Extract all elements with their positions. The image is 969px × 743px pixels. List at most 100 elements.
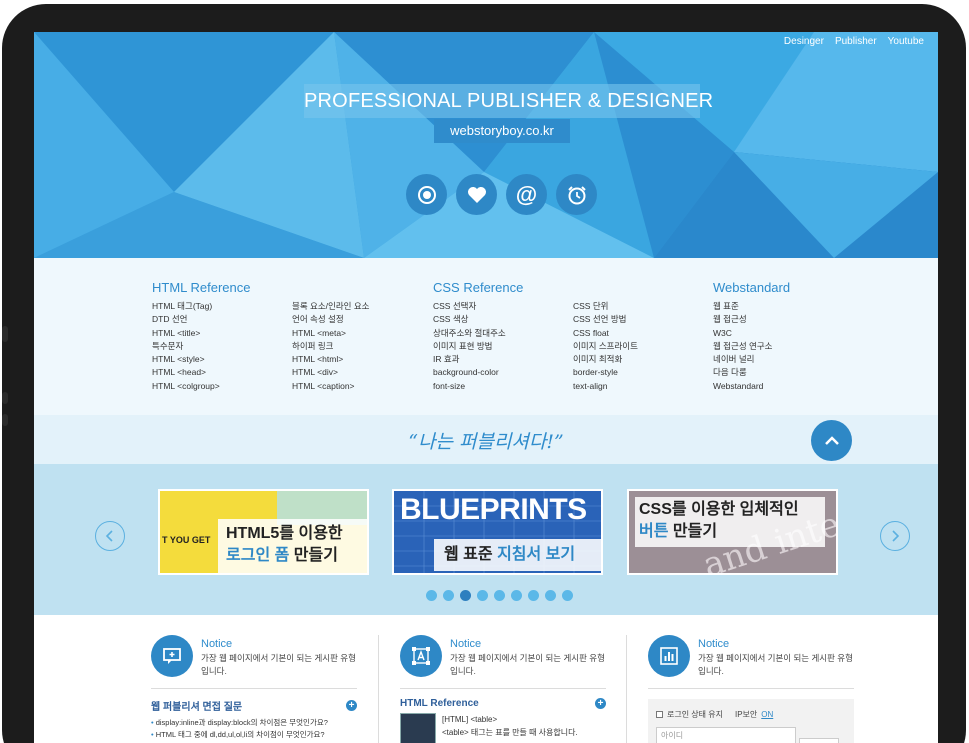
nav-link-publisher[interactable]: Publisher <box>835 36 877 47</box>
notice-column-3: Notice 가장 웹 페이지에서 기본이 되는 게시판 유형입니다. 로그인 … <box>648 635 854 743</box>
bar-chart-icon <box>648 635 690 677</box>
slider-dot[interactable] <box>511 590 522 601</box>
slider-dot[interactable] <box>528 590 539 601</box>
slider-dot[interactable] <box>443 590 454 601</box>
website-screen: Desinger Publisher Youtube PROFESSIONAL … <box>34 32 938 743</box>
at-icon[interactable]: @ <box>506 174 547 215</box>
reference-section: HTML Reference HTML 태그(Tag) DTD 선언 HTML … <box>34 258 938 415</box>
vector-a-icon <box>400 635 442 677</box>
list-item[interactable]: CSS 선택자 <box>433 300 523 313</box>
alarm-clock-icon[interactable] <box>556 174 597 215</box>
board-title[interactable]: HTML Reference <box>400 698 479 709</box>
list-item[interactable]: CSS float <box>573 327 638 340</box>
heart-icon[interactable] <box>456 174 497 215</box>
target-icon[interactable] <box>406 174 447 215</box>
list-item[interactable]: 하이퍼 링크 <box>292 340 369 353</box>
list-item[interactable]: HTML <style> <box>152 353 251 366</box>
notice-desc: 가장 웹 페이지에서 기본이 되는 게시판 유형입니다. <box>698 653 853 676</box>
list-item[interactable]: 이미지 스프라이트 <box>573 340 638 353</box>
tablet-frame: Desinger Publisher Youtube PROFESSIONAL … <box>2 4 966 743</box>
list-item[interactable]: CSS 색상 <box>433 313 523 326</box>
webstandard-title[interactable]: Webstandard <box>713 281 790 295</box>
list-item[interactable]: 다음 다룸 <box>713 366 790 379</box>
chat-plus-icon <box>151 635 193 677</box>
list-item[interactable]: 네이버 널리 <box>713 353 790 366</box>
board-title[interactable]: 웹 퍼블리셔 면접 질문 <box>151 698 242 713</box>
scroll-top-button[interactable] <box>811 420 852 461</box>
quote-band: “나는 퍼블리셔다!” <box>34 415 938 464</box>
slider-dot[interactable] <box>460 590 471 601</box>
slider-dot[interactable] <box>426 590 437 601</box>
list-item[interactable]: 이미지 최적화 <box>573 353 638 366</box>
list-item[interactable]: background-color <box>433 366 523 379</box>
list-item[interactable]: HTML <div> <box>292 366 369 379</box>
webstandard-list: 웹 표준 웹 접근성 W3C 웹 접근성 연구소 네이버 널리 다음 다룸 We… <box>713 300 790 393</box>
list-item[interactable]: display:inline과 display:block의 차이점은 무엇인가… <box>151 717 357 729</box>
notice-column-1: Notice 가장 웹 페이지에서 기본이 되는 게시판 유형입니다. 웹 퍼블… <box>151 635 357 741</box>
slider-dot[interactable] <box>545 590 556 601</box>
slider-next-button[interactable] <box>880 521 910 551</box>
login-button[interactable] <box>799 738 839 743</box>
slide-css-3d-button[interactable]: and inte CSS를 이용한 입체적인 버튼 만들기 <box>627 489 838 575</box>
list-item[interactable]: HTML <html> <box>292 353 369 366</box>
list-item[interactable]: Webstandard <box>713 380 790 393</box>
slide-caption-line1: HTML5를 이용한 <box>226 525 343 542</box>
chevron-left-icon <box>105 530 113 542</box>
slider-prev-button[interactable] <box>95 521 125 551</box>
nav-link-designer[interactable]: Desinger <box>784 36 824 47</box>
hero-banner: Desinger Publisher Youtube PROFESSIONAL … <box>34 32 938 258</box>
list-item[interactable]: 언어 속성 설정 <box>292 313 369 326</box>
id-input[interactable]: 아이디 <box>656 727 796 743</box>
html-reference-title[interactable]: HTML Reference <box>152 281 251 295</box>
list-item[interactable]: HTML <caption> <box>292 380 369 393</box>
css-reference-column: CSS Reference CSS 선택자 CSS 색상 상대주소와 절대주소 … <box>433 281 523 393</box>
ip-security-toggle[interactable]: ON <box>761 710 773 719</box>
reference-post[interactable]: [HTML] <table> <table> 태그는 표를 만들 때 사용합니다… <box>400 713 606 743</box>
list-item[interactable]: HTML <meta> <box>292 327 369 340</box>
list-item[interactable]: CSS 단위 <box>573 300 638 313</box>
slide-html5-login[interactable]: T YOU GET HTML5를 이용한 로그인 폼 만들기 <box>158 489 369 575</box>
list-item[interactable]: HTML <head> <box>152 366 251 379</box>
list-item[interactable]: HTML 태그(Tag) <box>152 300 251 313</box>
html-reference-column: HTML Reference HTML 태그(Tag) DTD 선언 HTML … <box>152 281 251 393</box>
list-item[interactable]: text-align <box>573 380 638 393</box>
list-item[interactable]: 블록 요소/인라인 요소 <box>292 300 369 313</box>
slide-caption-accent: 웹 표준 <box>444 546 498 563</box>
css-reference-title[interactable]: CSS Reference <box>433 281 523 295</box>
list-item[interactable]: 상대주소와 절대주소 <box>433 327 523 340</box>
list-item[interactable]: 이미지 표현 방법 <box>433 340 523 353</box>
notice-desc: 가장 웹 페이지에서 기본이 되는 게시판 유형입니다. <box>450 653 605 676</box>
keep-login-checkbox[interactable] <box>656 711 663 718</box>
slider-dot[interactable] <box>562 590 573 601</box>
webstandard-column: Webstandard 웹 표준 웹 접근성 W3C 웹 접근성 연구소 네이버… <box>713 281 790 393</box>
list-item[interactable]: HTML <colgroup> <box>152 380 251 393</box>
list-item[interactable]: DTD 선언 <box>152 313 251 326</box>
list-item[interactable]: 웹 표준 <box>713 300 790 313</box>
list-item[interactable]: HTML <title> <box>152 327 251 340</box>
slide-caption-accent: 버튼 <box>639 523 669 540</box>
more-button[interactable]: + <box>595 698 606 709</box>
list-item[interactable]: HTML 태그 중에 dl,dd,ul,ol,li의 차이점이 무엇인가요? <box>151 729 357 741</box>
html-reference-list: 블록 요소/인라인 요소 언어 속성 설정 HTML <meta> 하이퍼 링크… <box>292 300 369 393</box>
list-item[interactable]: border-style <box>573 366 638 379</box>
list-item[interactable]: 웹 접근성 <box>713 313 790 326</box>
list-item[interactable]: IR 효과 <box>433 353 523 366</box>
tablet-side-button <box>2 414 8 426</box>
ip-security-label: IP보안 <box>734 710 758 719</box>
notice-desc: 가장 웹 페이지에서 기본이 되는 게시판 유형입니다. <box>201 653 356 676</box>
notice-title[interactable]: Notice <box>698 638 854 650</box>
list-item[interactable]: W3C <box>713 327 790 340</box>
list-item[interactable]: font-size <box>433 380 523 393</box>
notice-title[interactable]: Notice <box>201 638 357 650</box>
slider-dot[interactable] <box>494 590 505 601</box>
more-button[interactable]: + <box>346 700 357 711</box>
chevron-right-icon <box>892 530 900 542</box>
nav-link-youtube[interactable]: Youtube <box>888 36 924 47</box>
list-item[interactable]: 특수문자 <box>152 340 251 353</box>
top-nav: Desinger Publisher Youtube <box>784 36 924 47</box>
notice-title[interactable]: Notice <box>450 638 606 650</box>
list-item[interactable]: 웹 접근성 연구소 <box>713 340 790 353</box>
slide-blueprints[interactable]: BLUEPRINTS 웹 표준 지침서 보기 <box>392 489 603 575</box>
slider-dot[interactable] <box>477 590 488 601</box>
list-item[interactable]: CSS 선언 방법 <box>573 313 638 326</box>
